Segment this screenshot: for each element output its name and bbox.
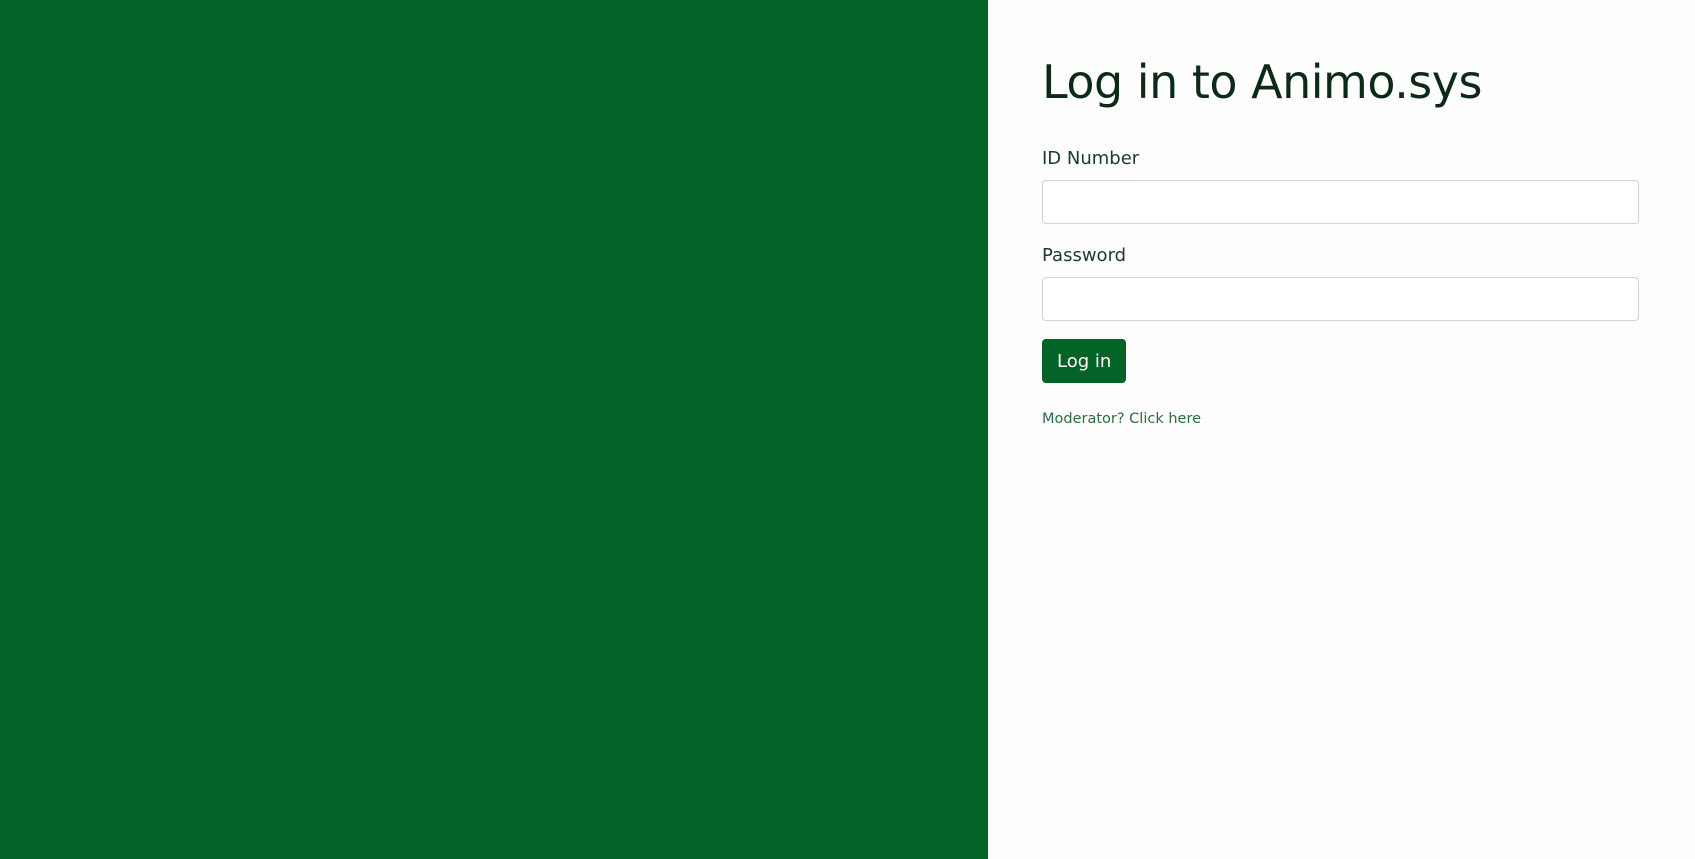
login-panel: Log in to Animo.sys ID Number Password L…: [988, 0, 1695, 859]
page-title: Log in to Animo.sys: [1042, 55, 1482, 109]
id-number-input[interactable]: [1042, 180, 1639, 224]
brand-panel: [0, 0, 988, 859]
password-input[interactable]: [1042, 277, 1639, 321]
login-page: Log in to Animo.sys ID Number Password L…: [0, 0, 1695, 859]
moderator-link[interactable]: Moderator? Click here: [1042, 411, 1641, 427]
login-button[interactable]: Log in: [1042, 339, 1127, 383]
id-number-label: ID Number: [1042, 148, 1140, 169]
password-label: Password: [1042, 245, 1127, 266]
